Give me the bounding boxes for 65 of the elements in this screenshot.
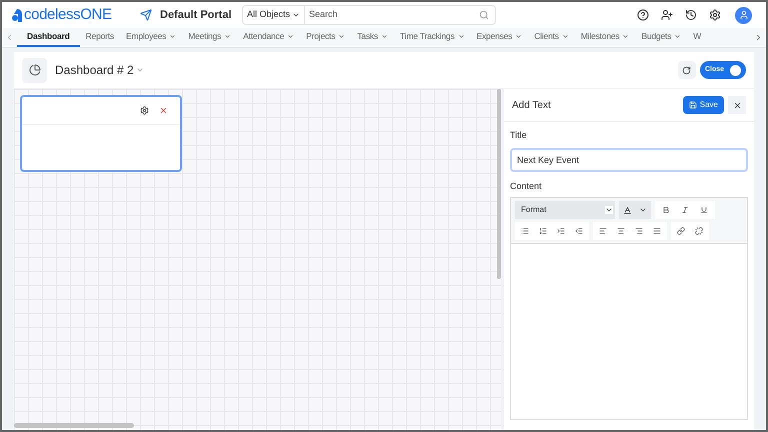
nav-tab[interactable]: Reports <box>80 28 120 47</box>
nav-tab[interactable]: Employees <box>120 28 182 47</box>
search-icon <box>479 10 489 20</box>
panel-title: Add Text <box>512 98 552 112</box>
bullet-list-icon <box>521 227 529 235</box>
settings-icon[interactable] <box>140 106 149 115</box>
history-icon[interactable] <box>685 9 697 21</box>
vertical-scrollbar[interactable] <box>497 89 501 279</box>
user-icon <box>738 10 748 20</box>
close-button[interactable] <box>728 96 746 114</box>
bold-icon <box>662 206 670 214</box>
nav-tab[interactable]: Expenses <box>470 28 528 47</box>
help-icon[interactable] <box>637 9 649 21</box>
avatar-button[interactable] <box>735 6 752 24</box>
scroll-right-icon[interactable] <box>754 33 763 42</box>
portal-icon <box>140 9 152 21</box>
unlink-icon <box>695 227 703 235</box>
save-icon <box>688 101 697 109</box>
nav-tab[interactable]: Meetings <box>182 28 238 47</box>
caret-icon <box>605 206 613 214</box>
refresh-button[interactable] <box>678 61 696 79</box>
search-input[interactable]: Search <box>305 8 479 22</box>
nav-tab[interactable]: Attendance <box>237 28 300 47</box>
add-user-icon[interactable] <box>661 9 673 21</box>
logo-text: codelessONE <box>24 4 112 25</box>
caret-icon <box>136 66 144 74</box>
nav-tab[interactable]: Budgets <box>635 28 688 47</box>
nav-tab[interactable]: Tasks <box>351 28 394 47</box>
scope-dropdown[interactable]: All Objects <box>242 5 306 25</box>
format-dropdown[interactable]: Format <box>515 201 615 219</box>
indent-icon <box>557 227 565 235</box>
underline-icon <box>700 206 708 214</box>
portal-name[interactable]: Default Portal <box>160 6 234 24</box>
numbered-list-icon <box>539 227 547 235</box>
logo-icon <box>12 8 22 22</box>
outdent-icon <box>575 227 583 235</box>
font-color-button[interactable] <box>619 201 651 219</box>
caret-icon <box>639 206 648 214</box>
settings-icon[interactable] <box>709 9 721 21</box>
align-center-icon <box>617 227 625 235</box>
horizontal-scrollbar[interactable] <box>14 423 134 428</box>
caret-icon <box>292 11 300 19</box>
search-field[interactable]: Search <box>305 5 496 25</box>
italic-icon <box>681 206 689 214</box>
nav-tab[interactable]: Projects <box>300 28 352 47</box>
justify-icon <box>653 227 661 235</box>
refresh-icon <box>682 66 692 74</box>
content-label: Content <box>510 180 543 192</box>
title-label: Title <box>510 129 528 142</box>
close-icon[interactable] <box>159 106 168 115</box>
nav-tab[interactable]: Clients <box>528 28 575 47</box>
nav-tab[interactable]: Time Trackings <box>394 28 470 47</box>
nav-tab[interactable]: Dashboard <box>17 28 80 47</box>
nav-tab[interactable]: Milestones <box>574 28 636 47</box>
link-icon <box>677 227 685 235</box>
save-button[interactable]: Save <box>682 96 724 114</box>
align-left-icon <box>599 227 607 235</box>
font-color-icon <box>622 206 632 214</box>
nav-tab[interactable]: W <box>687 28 708 47</box>
rich-text-editor[interactable]: Format <box>510 197 748 420</box>
pie-chart-icon <box>28 64 40 76</box>
close-icon <box>732 100 742 110</box>
dashboard-title[interactable]: Dashboard # 2 <box>55 61 144 79</box>
title-input[interactable]: Next Key Event <box>510 148 748 172</box>
align-right-icon <box>635 227 643 235</box>
